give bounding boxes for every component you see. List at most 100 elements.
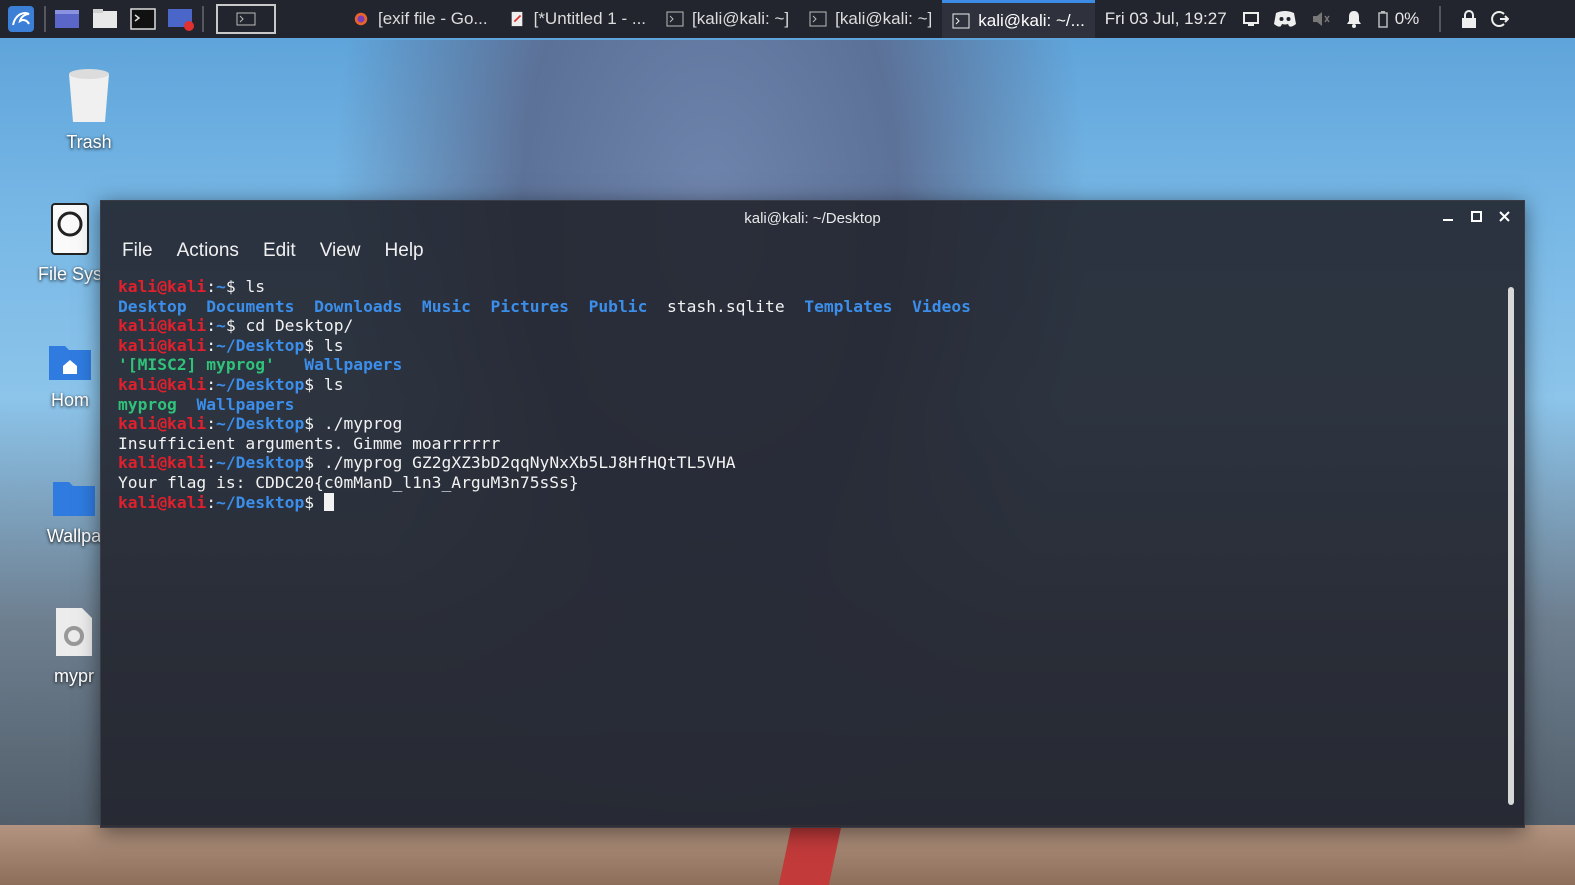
taskbar: [exif file - Go... [*Untitled 1 - ... [k… [342, 0, 1095, 38]
command-text: cd Desktop/ [235, 316, 354, 336]
window-title: kali@kali: ~/Desktop [744, 209, 881, 227]
screen-recorder-icon[interactable] [166, 7, 196, 31]
terminal-line: kali@kali:~$ ls [118, 277, 266, 296]
task-firefox[interactable]: [exif file - Go... [342, 0, 498, 38]
panel-separator [1439, 6, 1442, 32]
prompt-path: ~ [216, 316, 226, 336]
top-panel: [exif file - Go... [*Untitled 1 - ... [k… [0, 0, 1575, 38]
terminal-thumbnail-icon [236, 12, 256, 26]
task-editor[interactable]: [*Untitled 1 - ... [498, 0, 656, 38]
notifications-bell-icon[interactable] [1345, 10, 1363, 28]
menu-file[interactable]: File [122, 240, 153, 262]
ls-entry: '[MISC2] myprog' [118, 355, 275, 375]
folder-icon [53, 482, 95, 516]
desktop-icon-label: mypr [54, 666, 94, 686]
command-text: ls [314, 335, 344, 355]
task-terminal-2[interactable]: [kali@kali: ~] [799, 0, 942, 38]
battery-indicator[interactable]: 0% [1377, 9, 1420, 29]
drive-icon [51, 203, 89, 255]
text-cursor [323, 492, 334, 511]
terminal-scrollbar[interactable] [1508, 287, 1514, 805]
ls-entry: Desktop [118, 296, 187, 316]
prompt-user: kali@kali [118, 414, 207, 434]
kali-menu-button[interactable] [4, 2, 38, 36]
ls-entry: Music [421, 296, 471, 316]
terminal-output[interactable]: kali@kali:~$ ls Desktop Documents Downloa… [118, 277, 1498, 512]
terminal-line: kali@kali:~/Desktop$ ls [118, 374, 344, 394]
window-controls [1442, 209, 1510, 223]
terminal-window: kali@kali: ~/Desktop File Actions Edit V… [100, 200, 1525, 828]
task-label: [kali@kali: ~] [692, 9, 790, 28]
terminal-icon [952, 13, 970, 28]
terminal-icon [809, 11, 827, 27]
command-text: ./myprog [314, 414, 403, 434]
prompt-path: ~ [216, 277, 226, 296]
display-icon[interactable] [1242, 12, 1259, 26]
terminal-line: kali@kali:~/Desktop$ [118, 492, 1498, 513]
desktop-icon-label: Wallpa [46, 526, 102, 546]
maximize-icon[interactable] [1470, 209, 1482, 223]
desktop-icon-label: Trash [66, 132, 112, 152]
trash-icon [69, 69, 109, 122]
minimize-icon[interactable] [1442, 209, 1454, 223]
prompt-user: kali@kali [118, 316, 207, 336]
terminal-line: '[MISC2] myprog' Wallpapers [118, 355, 1498, 375]
task-terminal-1[interactable]: [kali@kali: ~] [656, 0, 799, 38]
close-icon[interactable] [1498, 209, 1510, 223]
terminal-menubar: File Actions Edit View Help [101, 235, 1524, 267]
menu-actions[interactable]: Actions [177, 240, 239, 262]
kali-dragon-icon [8, 6, 34, 32]
logout-icon[interactable] [1491, 10, 1510, 28]
prompt-user: kali@kali [118, 335, 207, 355]
file-manager-icon[interactable] [90, 7, 120, 31]
system-tray: 0% [1242, 6, 1518, 32]
prompt-path: ~/Desktop [216, 492, 305, 512]
terminal-line: kali@kali:~/Desktop$ ls [118, 335, 344, 355]
workspace-switcher[interactable] [216, 4, 276, 34]
prompt-path: ~/Desktop [216, 335, 305, 355]
ls-entry: Wallpapers [196, 394, 295, 414]
flag-output: Your flag is: CDDC20{c0mManD_l1n3_ArguM3… [118, 472, 579, 492]
ls-entry: Videos [912, 296, 971, 316]
task-label: kali@kali: ~/... [978, 10, 1085, 30]
editor-icon [511, 11, 522, 27]
prompt-user: kali@kali [118, 492, 207, 512]
show-desktop-icon[interactable] [52, 7, 82, 31]
terminal-launcher-icon[interactable] [128, 7, 158, 31]
terminal-line: Desktop Documents Downloads Music Pictur… [118, 297, 1498, 317]
desktop-icon-trash[interactable]: Trash [29, 68, 149, 153]
command-text: ./myprog GZ2gXZ3bD2qqNyNxXb5LJ8HfHQtTL5V… [314, 453, 736, 473]
ls-entry: Documents [206, 296, 295, 316]
ls-entry: stash.sqlite [667, 296, 785, 316]
desktop-icon-label: Hom [50, 390, 89, 410]
terminal-line: kali@kali:~/Desktop$ ./myprog GZ2gXZ3bD2… [118, 453, 736, 473]
ls-entry: Downloads [314, 296, 403, 316]
clock[interactable]: Fri 03 Jul, 19:27 [1105, 9, 1227, 29]
menu-view[interactable]: View [320, 240, 361, 262]
discord-icon[interactable] [1273, 10, 1297, 28]
task-terminal-active[interactable]: kali@kali: ~/... [942, 0, 1095, 38]
executable-icon [56, 608, 92, 656]
desktop-icon-label: File Sys [37, 264, 102, 284]
battery-percent: 0% [1394, 9, 1420, 28]
prompt-path: ~/Desktop [216, 374, 305, 394]
terminal-line: Insufficient arguments. Gimme moarrrrrr [118, 434, 1498, 454]
volume-muted-icon[interactable] [1311, 11, 1331, 27]
firefox-icon [354, 12, 368, 26]
prompt-user: kali@kali [118, 277, 207, 296]
terminal-icon [666, 11, 684, 27]
task-label: [exif file - Go... [378, 9, 488, 28]
terminal-titlebar[interactable]: kali@kali: ~/Desktop [101, 201, 1524, 235]
panel-separator [44, 6, 46, 32]
terminal-line: kali@kali:~/Desktop$ ./myprog [118, 414, 403, 434]
panel-separator [202, 6, 204, 32]
lock-screen-icon[interactable] [1461, 10, 1477, 28]
menu-edit[interactable]: Edit [263, 240, 296, 262]
terminal-line: kali@kali:~$ cd Desktop/ [118, 316, 354, 336]
home-folder-icon [49, 346, 91, 380]
ls-entry: Public [588, 296, 648, 316]
prompt-user: kali@kali [118, 374, 207, 394]
command-text [314, 493, 324, 512]
command-text: ls [235, 277, 266, 296]
menu-help[interactable]: Help [385, 240, 424, 262]
